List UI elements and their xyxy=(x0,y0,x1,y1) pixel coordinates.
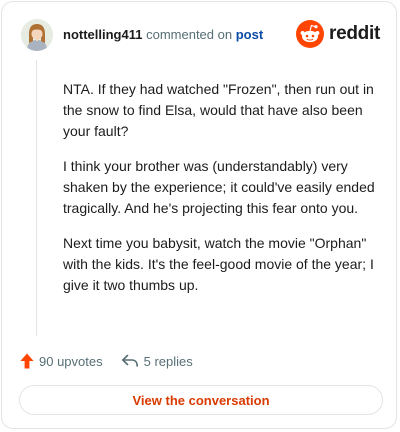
comment-paragraph: NTA. If they had watched "Frozen", then … xyxy=(63,81,374,139)
comment-body: NTA. If they had watched "Frozen", then … xyxy=(63,79,383,310)
view-conversation-label: View the conversation xyxy=(132,392,270,408)
upvote-button[interactable]: 90 upvotes xyxy=(20,353,103,369)
reddit-brand[interactable]: reddit xyxy=(296,20,380,48)
post-link[interactable]: post xyxy=(236,27,263,42)
comment-header: nottelling411 commented on post xyxy=(63,27,263,43)
comment-paragraph: Next time you babysit, watch the movie "… xyxy=(63,235,374,293)
view-conversation-button[interactable]: View the conversation xyxy=(19,385,383,415)
thread-line xyxy=(36,60,37,336)
upvotes-count: 90 upvotes xyxy=(39,353,103,369)
reddit-wordmark: reddit xyxy=(329,23,380,44)
upvote-arrow-icon xyxy=(20,353,34,369)
avatar-icon[interactable] xyxy=(21,19,53,51)
comment-meta: 90 upvotes 5 replies xyxy=(20,350,193,372)
reply-arrow-icon xyxy=(121,354,138,367)
username[interactable]: nottelling411 xyxy=(63,27,142,42)
comment-paragraph: I think your brother was (understandably… xyxy=(63,158,375,216)
reddit-alien-logo-icon xyxy=(296,20,325,48)
replies-count: 5 replies xyxy=(143,353,193,369)
comment-embed-card: nottelling411 commented on post reddit N… xyxy=(1,1,397,429)
action-text: commented on xyxy=(146,27,233,42)
replies-button[interactable]: 5 replies xyxy=(121,354,193,369)
